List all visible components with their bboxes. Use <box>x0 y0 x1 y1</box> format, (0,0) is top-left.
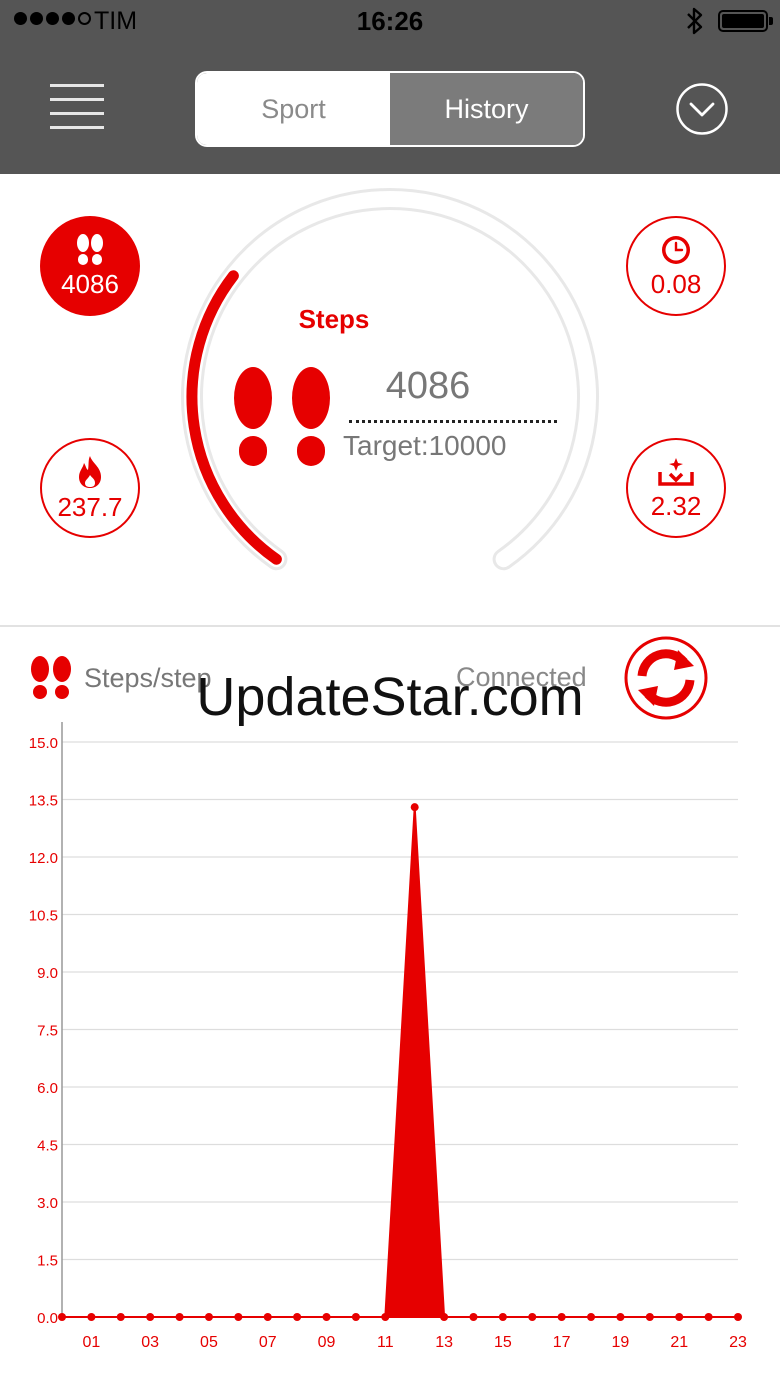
x-tick-label: 05 <box>200 1334 218 1351</box>
data-point <box>616 1313 625 1321</box>
footprints-icon <box>30 656 72 705</box>
distance-icon <box>658 458 694 486</box>
calories-stat[interactable]: 237.7 <box>40 438 140 538</box>
x-tick-label: 07 <box>259 1334 277 1351</box>
steps-chart: 0.0 1.5 3.0 4.5 6.0 7.5 9.0 10.5 12.0 13.5 15.0 01 0… <box>29 722 747 1351</box>
steps-count: 4086 <box>385 365 471 407</box>
battery-icon <box>718 10 768 32</box>
time-stat[interactable]: 0.08 <box>626 216 726 316</box>
y-tick-label: 7.5 <box>37 1023 58 1040</box>
tab-sport[interactable]: Sport <box>197 73 390 145</box>
data-point <box>234 1313 243 1321</box>
data-point <box>645 1313 654 1321</box>
data-point <box>381 1313 390 1321</box>
data-point <box>704 1313 713 1321</box>
x-tick-label: 13 <box>435 1334 453 1351</box>
x-tick-label: 11 <box>377 1334 394 1351</box>
x-tick-label: 03 <box>141 1334 159 1351</box>
data-point <box>675 1313 684 1321</box>
y-tick-label: 4.5 <box>37 1138 58 1155</box>
data-point <box>146 1313 155 1321</box>
dotted-divider <box>349 420 557 423</box>
clock-icon <box>662 236 690 264</box>
series-area <box>62 807 738 1318</box>
data-point <box>204 1313 213 1321</box>
x-tick-label: 19 <box>612 1334 630 1351</box>
flame-icon <box>79 456 101 488</box>
gauge-title: Steps <box>298 304 370 334</box>
status-bar: TIM 16:26 <box>0 0 780 44</box>
tab-history[interactable]: History <box>390 73 583 145</box>
refresh-icon <box>624 636 708 720</box>
steps-stat-value: 4086 <box>61 269 119 299</box>
segmented-control: Sport History <box>195 71 585 147</box>
data-point <box>734 1313 742 1321</box>
data-point <box>87 1313 96 1321</box>
y-tick-label: 6.0 <box>37 1080 58 1097</box>
x-tick-label: 21 <box>670 1334 688 1351</box>
section-divider <box>0 625 780 627</box>
data-point <box>557 1313 566 1321</box>
data-point <box>116 1313 125 1321</box>
steps-stat[interactable]: 4086 <box>40 216 140 316</box>
data-point <box>322 1313 331 1321</box>
footprints-icon <box>77 234 103 265</box>
data-point <box>587 1313 596 1321</box>
data-point <box>263 1313 272 1321</box>
chevron-down-circle-icon <box>676 83 728 135</box>
data-point <box>351 1313 360 1321</box>
x-tick-label: 15 <box>494 1334 512 1351</box>
y-tick-label: 13.5 <box>29 793 58 810</box>
connection-status: Connected <box>456 662 587 692</box>
y-tick-label: 3.0 <box>37 1195 58 1212</box>
y-tick-label: 15.0 <box>29 735 58 752</box>
data-point <box>498 1313 507 1321</box>
clock: 16:26 <box>356 6 424 36</box>
distance-stat-value: 2.32 <box>650 491 702 521</box>
y-tick-label: 10.5 <box>29 908 58 925</box>
data-point <box>410 803 419 812</box>
menu-button[interactable] <box>50 84 106 130</box>
x-tick-label: 17 <box>553 1334 571 1351</box>
sync-button[interactable] <box>624 636 708 725</box>
distance-stat[interactable]: 2.32 <box>626 438 726 538</box>
navigation-bar: Sport History <box>0 44 780 174</box>
steps-target: Target:10000 <box>343 430 507 461</box>
data-point <box>528 1313 537 1321</box>
dropdown-button[interactable] <box>675 82 729 136</box>
data-point <box>440 1313 449 1321</box>
chart-unit-label: Steps/step <box>84 663 212 693</box>
data-point <box>469 1313 478 1321</box>
data-point <box>293 1313 302 1321</box>
x-tick-label: 01 <box>82 1334 100 1351</box>
bluetooth-icon <box>684 7 706 40</box>
data-point <box>58 1313 66 1321</box>
x-tick-label: 23 <box>729 1334 747 1351</box>
x-tick-label: 09 <box>318 1334 336 1351</box>
data-point <box>175 1313 184 1321</box>
time-stat-value: 0.08 <box>650 269 702 299</box>
y-tick-label: 9.0 <box>37 965 58 982</box>
footprints-icon <box>232 366 332 473</box>
y-tick-label: 0.0 <box>37 1310 58 1327</box>
y-tick-label: 1.5 <box>37 1253 58 1270</box>
battery-tip <box>769 17 773 25</box>
y-tick-label: 12.0 <box>29 850 58 867</box>
calories-stat-value: 237.7 <box>57 492 123 522</box>
